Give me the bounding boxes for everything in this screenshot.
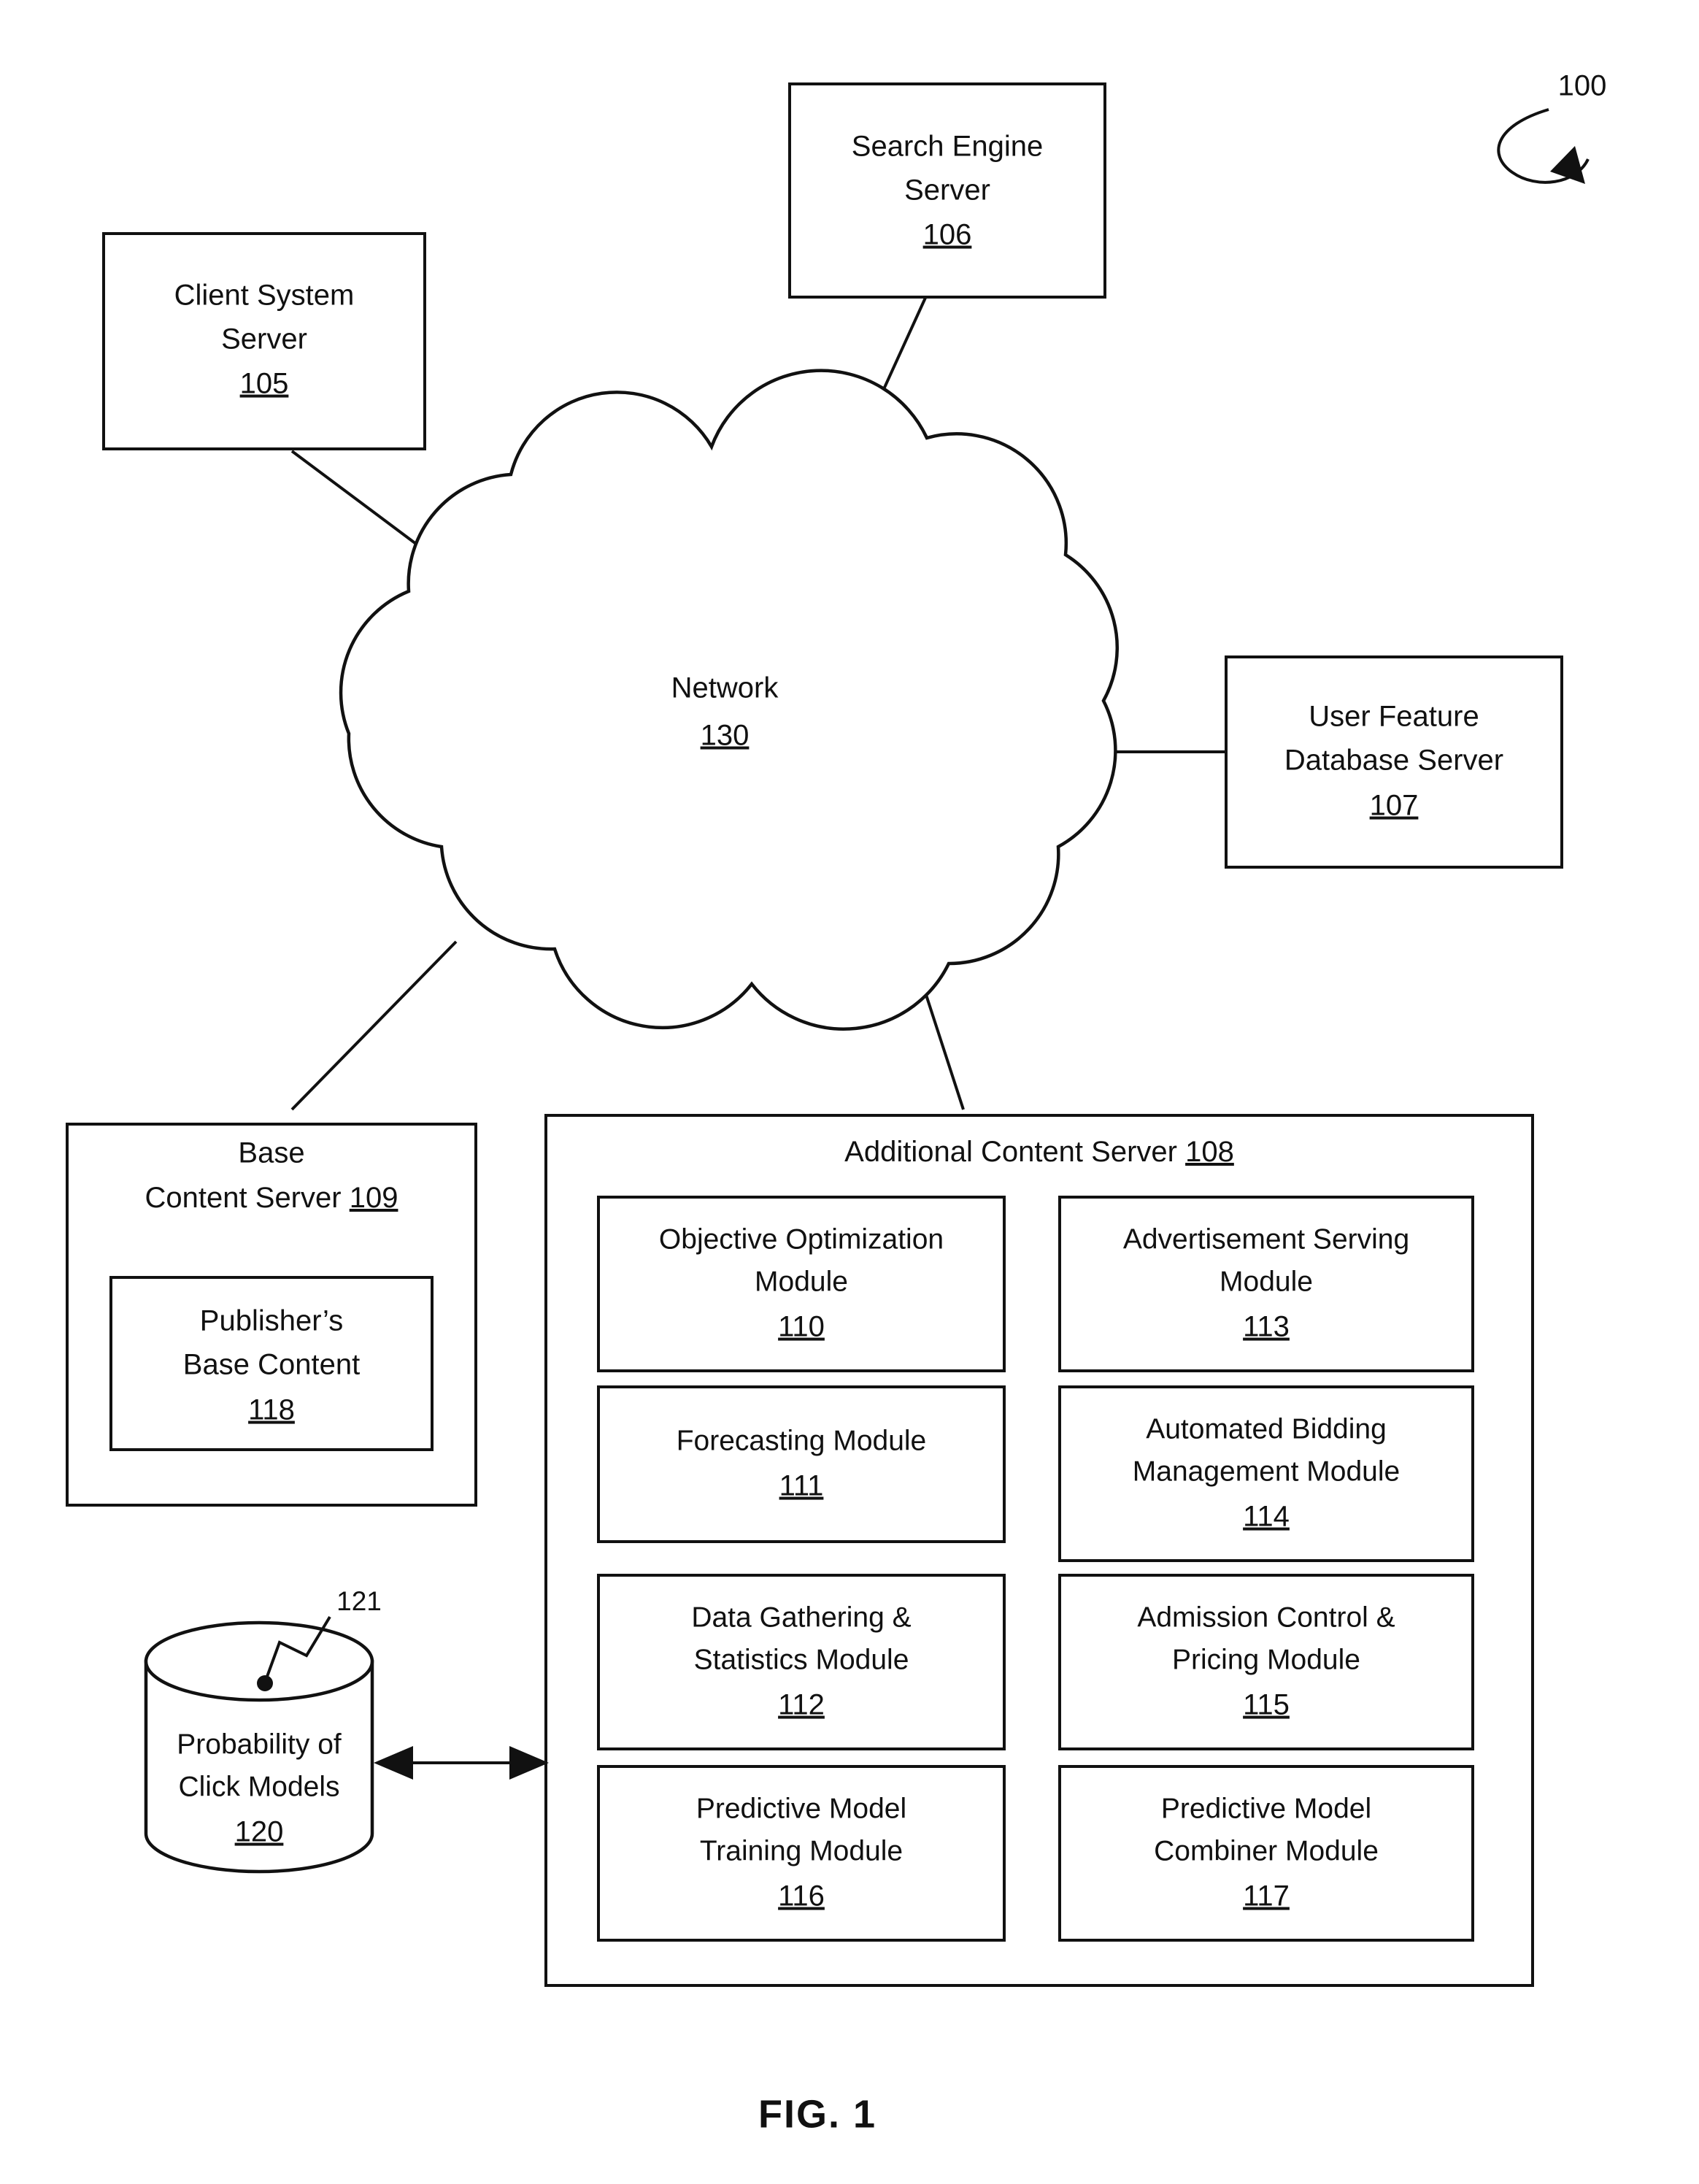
module-117-line2: Combiner Module bbox=[1154, 1835, 1379, 1866]
module-115-line1: Admission Control & bbox=[1137, 1602, 1395, 1633]
search-engine-server-line2: Server bbox=[904, 174, 990, 207]
module-predictive-model-training: Predictive Model Training Module 116 bbox=[597, 1765, 1006, 1942]
user-feature-database-server-line1: User Feature bbox=[1309, 701, 1479, 733]
module-117-ref: 117 bbox=[1243, 1880, 1290, 1912]
figure-caption: FIG. 1 bbox=[758, 2092, 877, 2136]
publishers-base-content-line1: Publisher’s bbox=[200, 1305, 343, 1337]
probability-of-click-models-line2: Click Models bbox=[178, 1771, 339, 1802]
system-reference-callout-100: 100 bbox=[1497, 70, 1607, 184]
module-110-ref: 110 bbox=[778, 1311, 825, 1343]
module-116-line1: Predictive Model bbox=[696, 1793, 906, 1824]
connector-network-to-base-content bbox=[290, 940, 458, 1111]
module-117-line1: Predictive Model bbox=[1161, 1793, 1371, 1824]
module-113-line2: Module bbox=[1220, 1266, 1313, 1297]
patent-figure-page: Network 130 Client System Server 105 Sea… bbox=[0, 0, 1699, 2184]
module-116-ref: 116 bbox=[778, 1880, 825, 1912]
network-ref: 130 bbox=[701, 720, 750, 752]
datastore-bidirectional-arrow bbox=[374, 1746, 549, 1780]
network-label: Network bbox=[671, 672, 779, 704]
client-system-server-node: Client System Server 105 bbox=[102, 232, 426, 450]
datastore-arrow-head-right bbox=[509, 1746, 549, 1780]
base-content-server-ref: 109 bbox=[350, 1182, 398, 1214]
module-114-line2: Management Module bbox=[1133, 1456, 1400, 1487]
module-111-ref: 111 bbox=[779, 1470, 824, 1502]
system-reference-label: 100 bbox=[1558, 70, 1607, 102]
probability-of-click-models-line1: Probability of bbox=[177, 1729, 342, 1760]
client-system-server-line1: Client System bbox=[174, 280, 355, 312]
module-110-line2: Module bbox=[755, 1266, 848, 1297]
module-114-ref: 114 bbox=[1243, 1501, 1290, 1533]
probability-of-click-models-datastore: Probability of Click Models 120 121 bbox=[144, 1586, 549, 1874]
module-advertisement-serving: Advertisement Serving Module 113 bbox=[1058, 1196, 1474, 1372]
connector-client-to-network bbox=[290, 450, 417, 545]
module-automated-bidding-management: Automated Bidding Management Module 114 bbox=[1058, 1385, 1474, 1562]
module-112-line2: Statistics Module bbox=[694, 1644, 909, 1675]
module-116-line2: Training Module bbox=[700, 1835, 903, 1866]
search-engine-server-node: Search Engine Server 106 bbox=[788, 82, 1106, 299]
network-cloud: Network 130 bbox=[339, 369, 1119, 1031]
module-forecasting: Forecasting Module 111 bbox=[597, 1385, 1006, 1543]
search-engine-server-ref: 106 bbox=[923, 219, 972, 251]
base-content-server-line2-text: Content Server bbox=[145, 1182, 342, 1214]
module-predictive-model-combiner: Predictive Model Combiner Module 117 bbox=[1058, 1765, 1474, 1942]
module-111-line1: Forecasting Module bbox=[677, 1425, 927, 1456]
additional-content-server-node: Additional Content Server 108 Objective … bbox=[544, 1114, 1534, 1987]
additional-content-server-title: Additional Content Server bbox=[844, 1136, 1177, 1168]
module-112-line1: Data Gathering & bbox=[691, 1602, 911, 1633]
base-content-server-line1: Base bbox=[238, 1137, 304, 1169]
callout-121-anchor-dot bbox=[257, 1675, 273, 1691]
user-feature-database-server-node: User Feature Database Server 107 bbox=[1225, 655, 1563, 869]
base-content-server-line2-with-ref: Content Server 109 bbox=[145, 1182, 398, 1214]
publishers-base-content-line2: Base Content bbox=[183, 1349, 360, 1381]
callout-121-label: 121 bbox=[336, 1586, 382, 1616]
probability-of-click-models-ref: 120 bbox=[235, 1816, 284, 1848]
module-box-111 bbox=[597, 1385, 1006, 1543]
base-content-server-node: Base Content Server 109 Publisher’s Base… bbox=[66, 1123, 477, 1507]
module-admission-control-pricing: Admission Control & Pricing Module 115 bbox=[1058, 1574, 1474, 1750]
module-112-ref: 112 bbox=[778, 1689, 825, 1721]
module-115-ref: 115 bbox=[1243, 1689, 1290, 1721]
module-110-line1: Objective Optimization bbox=[659, 1223, 944, 1255]
module-113-ref: 113 bbox=[1243, 1311, 1290, 1343]
module-115-line2: Pricing Module bbox=[1172, 1644, 1360, 1675]
search-engine-server-line1: Search Engine bbox=[852, 131, 1043, 163]
additional-content-server-ref: 108 bbox=[1185, 1136, 1234, 1168]
module-data-gathering-statistics: Data Gathering & Statistics Module 112 bbox=[597, 1574, 1006, 1750]
system-architecture-diagram: Network 130 Client System Server 105 Sea… bbox=[66, 70, 1607, 2136]
module-114-line1: Automated Bidding bbox=[1146, 1413, 1387, 1445]
user-feature-database-server-line2: Database Server bbox=[1284, 745, 1503, 777]
module-113-line1: Advertisement Serving bbox=[1123, 1223, 1409, 1255]
client-system-server-ref: 105 bbox=[240, 368, 289, 400]
additional-content-server-title-with-ref: Additional Content Server 108 bbox=[844, 1136, 1234, 1168]
module-objective-optimization: Objective Optimization Module 110 bbox=[597, 1196, 1006, 1372]
client-system-server-line2: Server bbox=[221, 323, 307, 355]
publishers-base-content-ref: 118 bbox=[248, 1394, 295, 1426]
datastore-arrow-head-left bbox=[374, 1746, 413, 1780]
user-feature-database-server-ref: 107 bbox=[1370, 790, 1419, 822]
